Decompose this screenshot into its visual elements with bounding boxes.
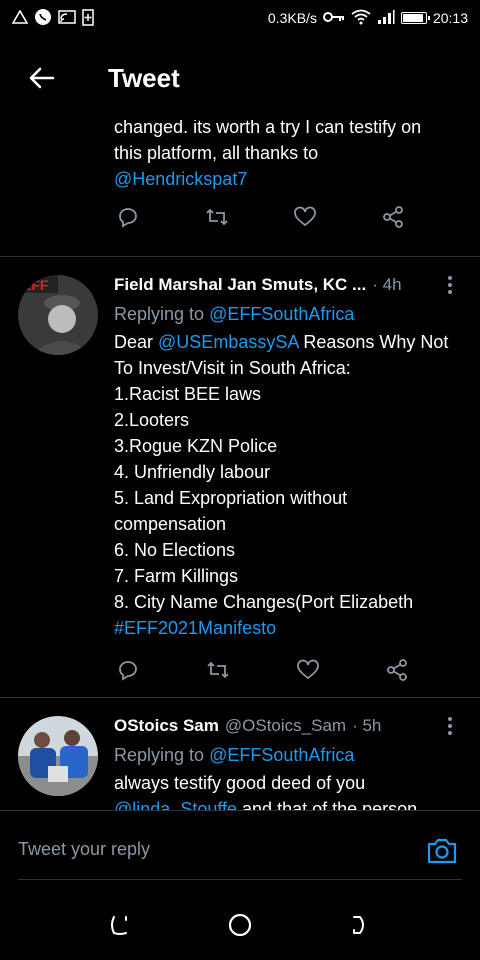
mention-link[interactable]: @Hendrickspat7 xyxy=(114,166,456,192)
tweet-line: 8. City Name Changes(Port Elizabeth xyxy=(114,592,414,612)
back-nav-button[interactable] xyxy=(340,905,380,945)
recents-button[interactable] xyxy=(100,905,140,945)
separator-dot: · xyxy=(352,716,358,735)
tweet-thread[interactable]: changed. its worth a try I can testify o… xyxy=(0,104,480,810)
camera-button[interactable] xyxy=(422,831,462,871)
reply-icon xyxy=(119,661,137,681)
tweet-actions xyxy=(114,641,460,691)
tweet-line: Dear @USEmbassySA Reasons Why Not xyxy=(114,329,460,355)
tweet-line: 2.Looters xyxy=(114,410,190,430)
retweet-button[interactable] xyxy=(203,655,233,685)
separator-dot: · xyxy=(372,275,378,294)
text-segment: and that of the person xyxy=(237,799,418,810)
tweet-line: this platform, all thanks to xyxy=(114,143,319,163)
retweet-button[interactable] xyxy=(202,202,232,232)
replying-to-link[interactable]: @EFFSouthAfrica xyxy=(209,304,354,324)
tweet-line: 3.Rogue KZN Police xyxy=(114,436,278,456)
page-title: Tweet xyxy=(108,62,180,93)
heart-icon xyxy=(296,659,319,680)
status-bar: 0.3KB/s 20:13 xyxy=(0,0,480,36)
replying-to: Replying to @EFFSouthAfrica xyxy=(114,740,460,770)
home-button[interactable] xyxy=(220,905,260,945)
author-name[interactable]: Field Marshal Jan Smuts, KC ... xyxy=(114,275,366,295)
retweet-icon xyxy=(206,208,228,226)
reply-icon xyxy=(119,208,137,228)
back-nav-icon xyxy=(353,916,364,934)
avatar[interactable] xyxy=(18,716,98,796)
cast-icon xyxy=(58,9,76,27)
tweet-line: To Invest/Visit in South Africa: xyxy=(114,358,351,378)
tweet-actions xyxy=(114,192,456,242)
arrow-left-icon xyxy=(29,67,55,89)
tweet-text: always testify good deed of you @linda_S… xyxy=(114,770,460,810)
avatar-image xyxy=(18,716,98,796)
mention-link[interactable]: @linda_Stouffe xyxy=(114,799,237,810)
replying-label: Replying to xyxy=(114,745,205,765)
heart-icon xyxy=(294,206,316,227)
tweet-line: 5. Land Expropriation without xyxy=(114,488,348,508)
more-vertical-icon xyxy=(448,276,452,294)
retweet-icon xyxy=(207,661,229,679)
header: Tweet xyxy=(0,36,480,120)
back-button[interactable] xyxy=(20,56,64,100)
reply-button[interactable] xyxy=(114,655,144,685)
share-button[interactable] xyxy=(382,655,412,685)
camera-icon xyxy=(427,838,457,864)
hashtag-link[interactable]: #EFF2021Manifesto xyxy=(114,615,460,641)
share-icon xyxy=(383,206,403,228)
tweet-header: Field Marshal Jan Smuts, KC ... · 4h xyxy=(114,271,460,299)
battery-icon xyxy=(400,12,430,24)
tweet-time: 4h xyxy=(382,275,402,294)
author-handle[interactable]: @OStoics_Sam xyxy=(225,716,346,736)
tweet-line: always testify good deed of you xyxy=(114,773,366,793)
tweet-line: compensation xyxy=(114,514,227,534)
like-button[interactable] xyxy=(293,655,323,685)
svg-text:EFF: EFF xyxy=(22,277,49,293)
tweet[interactable]: EFF Field Marshal Jan Smuts, KC ... · 4h… xyxy=(0,257,480,691)
whatsapp-icon xyxy=(34,8,52,28)
more-options-button[interactable] xyxy=(440,717,460,735)
home-circle-icon xyxy=(228,913,252,937)
replying-to: Replying to @EFFSouthAfrica xyxy=(114,299,460,329)
reply-bar: Tweet your reply xyxy=(0,810,480,890)
tweet-line: 1.Racist BEE laws xyxy=(114,384,262,404)
tweet-line: 6. No Elections xyxy=(114,540,236,560)
avatar-image: EFF xyxy=(18,275,98,355)
system-nav-bar xyxy=(0,890,480,960)
clock: 20:13 xyxy=(432,10,468,26)
net-speed: 0.3KB/s xyxy=(267,10,317,26)
share-icon xyxy=(387,659,407,681)
recents-icon xyxy=(111,916,127,935)
signal-icon xyxy=(377,9,395,27)
alert-icon xyxy=(11,9,29,26)
tweet-header: OStoics Sam @OStoics_Sam · 5h xyxy=(114,712,460,740)
mention-link[interactable]: @USEmbassySA xyxy=(158,332,298,352)
replying-to-link[interactable]: @EFFSouthAfrica xyxy=(209,745,354,765)
tweet-line: @linda_Stouffe and that of the person xyxy=(114,796,460,810)
reply-input-underline xyxy=(18,879,462,880)
text-segment: Dear xyxy=(114,332,154,352)
key-icon xyxy=(322,11,345,25)
reply-button[interactable] xyxy=(114,202,144,232)
share-button[interactable] xyxy=(378,202,408,232)
wifi-icon xyxy=(351,9,371,27)
reply-input[interactable]: Tweet your reply xyxy=(18,839,150,860)
tweet-text: Dear @USEmbassySA Reasons Why Not To Inv… xyxy=(114,329,460,641)
like-button[interactable] xyxy=(290,202,320,232)
tweet-line: 4. Unfriendly labour xyxy=(114,462,271,482)
battery-saver-icon xyxy=(82,8,94,28)
tweet-text: changed. its worth a try I can testify o… xyxy=(114,114,456,192)
author-name[interactable]: OStoics Sam xyxy=(114,716,219,736)
tweet-fragment[interactable]: changed. its worth a try I can testify o… xyxy=(0,104,480,257)
tweet-line: 7. Farm Killings xyxy=(114,566,239,586)
more-options-button[interactable] xyxy=(440,276,460,294)
replying-label: Replying to xyxy=(114,304,205,324)
avatar[interactable]: EFF xyxy=(18,275,98,355)
text-segment: Reasons Why Not xyxy=(298,332,449,352)
tweet-time: 5h xyxy=(362,716,382,735)
tweet[interactable]: OStoics Sam @OStoics_Sam · 5h Replying t… xyxy=(0,698,480,810)
more-vertical-icon xyxy=(448,717,452,735)
